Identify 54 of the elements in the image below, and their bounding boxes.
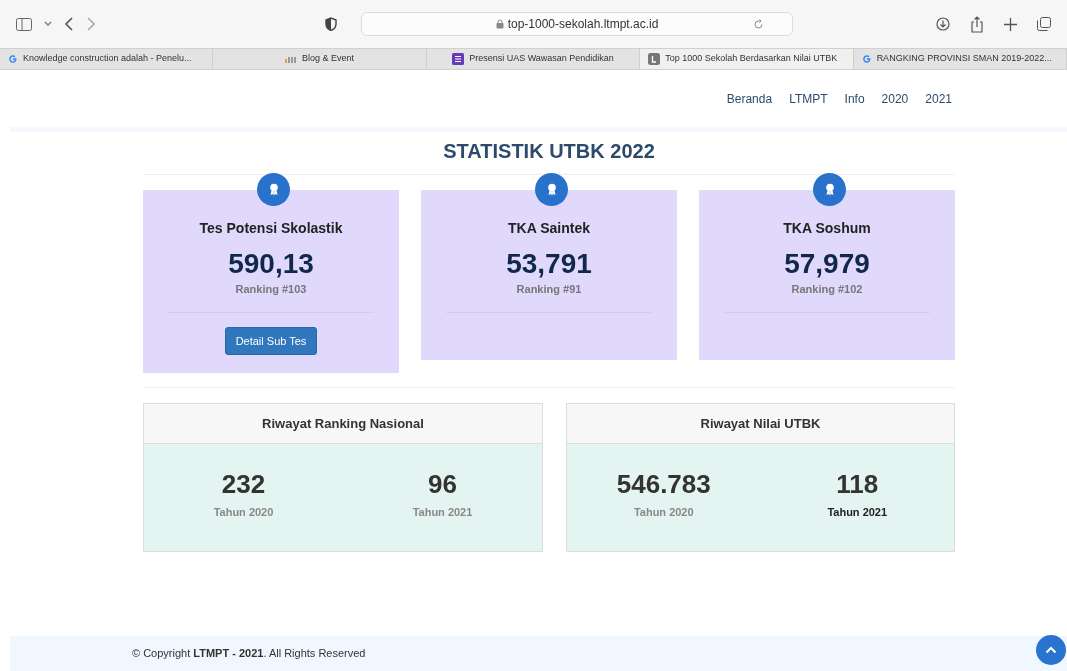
score-value: 590,13 <box>228 247 314 281</box>
url-text: top-1000-sekolah.ltmpt.ac.id <box>507 16 659 33</box>
tab-title: Blog & Event <box>302 52 355 66</box>
reload-icon[interactable] <box>753 18 764 30</box>
nav-link[interactable]: 2021 <box>925 89 952 108</box>
card-title: TKA Saintek <box>508 219 590 238</box>
nav-link[interactable]: Beranda <box>726 89 773 108</box>
tab-title: Knowledge construction adalah - Penelu... <box>23 52 192 66</box>
award-badge-icon <box>257 173 290 206</box>
share-icon[interactable] <box>970 15 984 33</box>
score-value: 53,791 <box>506 247 592 281</box>
google-icon <box>861 54 872 64</box>
back-icon[interactable] <box>64 17 74 31</box>
card-title: Riwayat Nilai UTBK <box>700 414 821 433</box>
year-label: Tahun 2020 <box>213 505 274 520</box>
award-badge-icon <box>813 173 846 206</box>
google-icon <box>8 54 18 64</box>
bars-icon <box>285 55 298 63</box>
address-bar[interactable]: top-1000-sekolah.ltmpt.ac.id <box>361 12 793 36</box>
card-title: Tes Potensi Skolastik <box>199 219 343 238</box>
shield-icon[interactable] <box>325 17 337 31</box>
card-title: Riwayat Ranking Nasional <box>262 414 424 433</box>
lock-icon <box>495 19 504 29</box>
nav-link[interactable]: 2020 <box>881 89 909 108</box>
form-icon <box>452 53 465 65</box>
tabs-overview-icon[interactable] <box>1037 17 1051 31</box>
award-badge-icon <box>535 173 568 206</box>
stat-value: 232 <box>221 469 266 499</box>
score-value: 57,979 <box>784 247 870 281</box>
plus-icon[interactable] <box>1004 17 1017 31</box>
tab-title: Presensi UAS Wawasan Pendidikan <box>469 52 614 66</box>
tab-title: Top 1000 Sekolah Berdasarkan Nilai UTBK <box>665 52 838 66</box>
ranking-text: Ranking #91 <box>516 282 582 297</box>
stat-value: 546.783 <box>616 469 711 499</box>
download-icon[interactable] <box>936 17 950 31</box>
copyright-text: © Copyright LTMPT - 2021. All Rights Reserved <box>132 646 366 662</box>
stat-value: 96 <box>428 469 457 499</box>
nav-link[interactable]: Info <box>844 89 865 108</box>
ranking-text: Ranking #102 <box>791 282 863 297</box>
site-icon <box>648 53 661 65</box>
year-label: Tahun 2021 <box>412 505 473 520</box>
tab-title: RANGKING PROVINSI SMAN 2019-2022... <box>876 52 1052 66</box>
year-label: Tahun 2021 <box>827 505 888 520</box>
nav-link[interactable]: LTMPT <box>789 89 828 108</box>
sidebar-icon[interactable] <box>16 17 32 31</box>
year-label: Tahun 2020 <box>633 505 694 520</box>
chevron-up-icon <box>1045 646 1057 654</box>
card-title: TKA Soshum <box>783 219 871 238</box>
ranking-text: Ranking #103 <box>235 282 307 297</box>
stat-value: 118 <box>836 469 879 499</box>
detail-button[interactable]: Detail Sub Tes <box>224 326 318 355</box>
page-title: STATISTIK UTBK 2022 <box>442 139 656 164</box>
browser-tab[interactable]: Top 1000 Sekolah Berdasarkan Nilai UTBK <box>640 49 854 69</box>
chevron-down-icon[interactable] <box>44 21 52 27</box>
